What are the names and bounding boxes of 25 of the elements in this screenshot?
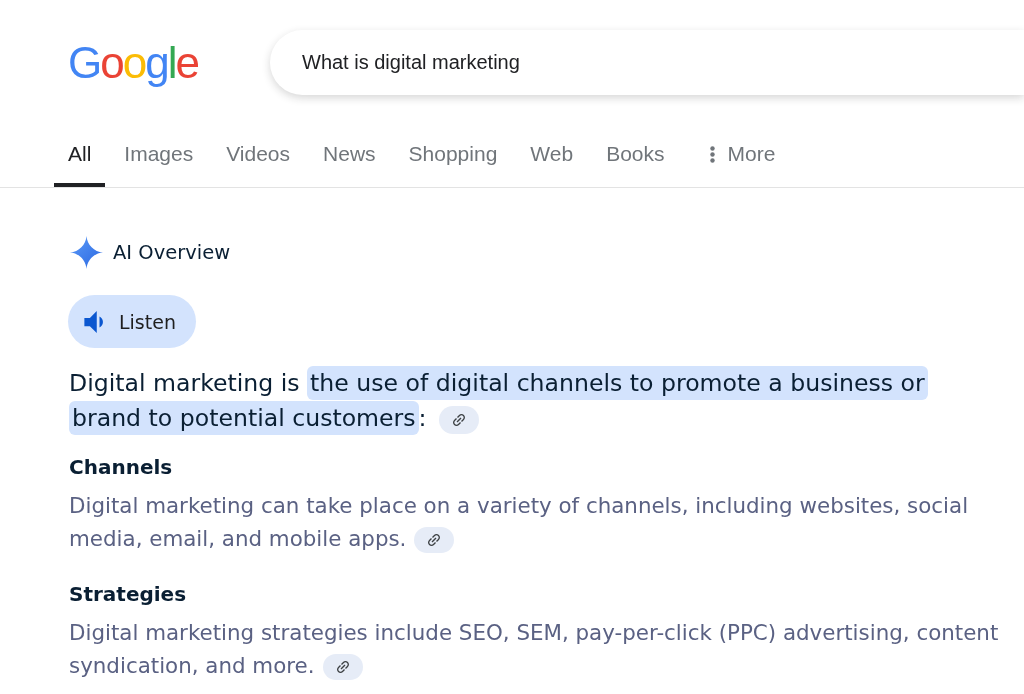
citation-button[interactable] (322, 654, 363, 680)
listen-button[interactable]: Listen (68, 295, 196, 348)
section-text: Digital marketing can take place on a variety of channels, including websites, social media, email, and mobile apps. (69, 492, 970, 555)
logo[interactable]: Google (68, 37, 202, 88)
section-text: Digital marketing strategies include SEO, SEM, pay-per-click (PPC) advertising, content syndication, and more. (69, 619, 1000, 682)
link-icon (427, 533, 442, 547)
section-heading: Channels (69, 454, 174, 481)
link-icon (335, 660, 350, 674)
tab[interactable]: Books (592, 125, 679, 187)
tab[interactable]: Images (110, 125, 208, 187)
tab[interactable]: Web (516, 125, 588, 187)
tab[interactable]: Shopping (394, 125, 512, 187)
section-heading: Strategies (69, 581, 188, 608)
citation-button[interactable] (438, 405, 479, 434)
search-field[interactable]: What is digital marketing (270, 30, 1024, 95)
link-icon (451, 412, 466, 427)
tab[interactable]: News (309, 125, 390, 187)
overview-title: AI Overview (113, 241, 231, 264)
speaker-icon (84, 310, 104, 333)
tab[interactable]: Videos (212, 125, 305, 187)
citation-button[interactable] (414, 527, 455, 553)
sparkle-icon (70, 236, 103, 269)
vertical-dots-icon (709, 145, 715, 163)
tab[interactable]: All (54, 125, 106, 187)
tab[interactable]: More (683, 125, 790, 187)
